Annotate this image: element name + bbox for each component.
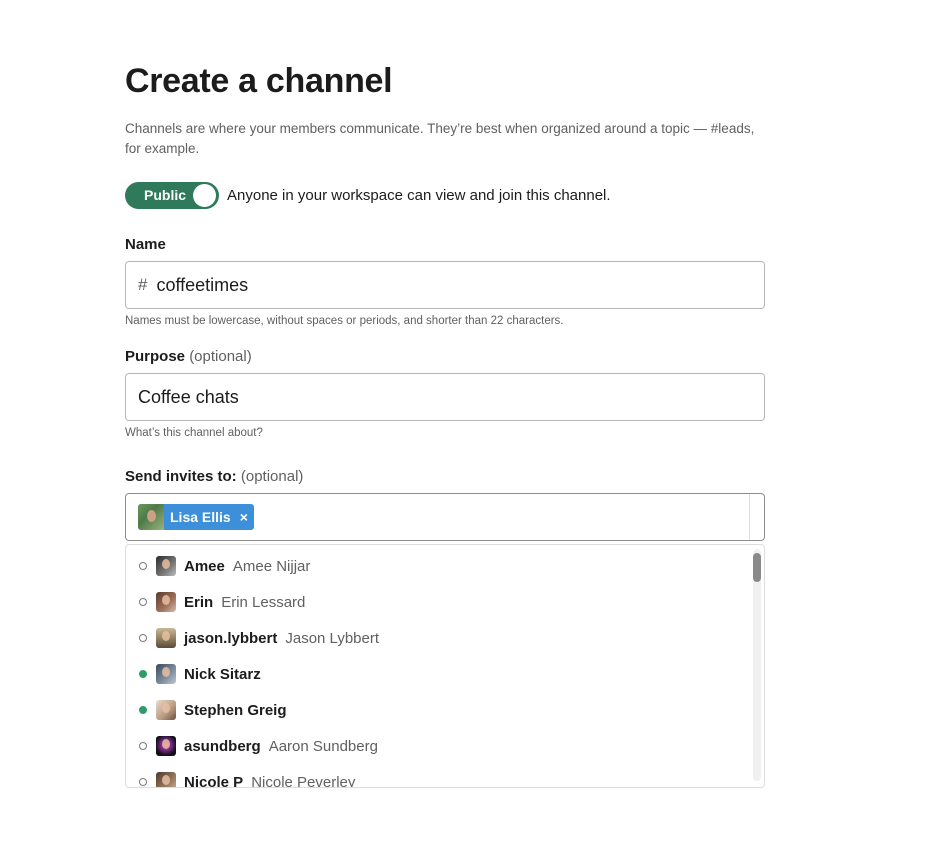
list-item[interactable]: jason.lybbert Jason Lybbert <box>126 620 746 656</box>
status-icon <box>139 562 147 570</box>
name-input[interactable]: # coffeetimes <box>125 261 765 309</box>
username: Stephen Greig <box>184 701 287 719</box>
public-toggle-label: Public <box>144 187 187 203</box>
invites-optional: (optional) <box>240 468 304 485</box>
invites-input[interactable]: Lisa Ellis × <box>125 493 765 541</box>
name-label-text: Name <box>125 236 166 253</box>
invite-suggestions-list: Amee Amee Nijjar Erin Erin Lessard jason… <box>125 544 765 788</box>
list-item[interactable]: Nicole P Nicole Peverley <box>126 764 746 788</box>
avatar <box>138 504 164 530</box>
status-icon <box>139 670 147 678</box>
toggle-knob <box>193 184 216 207</box>
avatar <box>156 556 176 576</box>
invites-label: Send invites to: (optional) <box>125 468 303 485</box>
username: Amee <box>184 557 225 575</box>
real-name: Nicole Peverley <box>251 773 356 788</box>
chip-name: Lisa Ellis <box>170 509 231 525</box>
purpose-label-text: Purpose <box>125 348 186 365</box>
list-item[interactable]: Erin Erin Lessard <box>126 584 746 620</box>
create-channel-page: Create a channel Channels are where your… <box>0 0 933 866</box>
username: Erin <box>184 593 214 611</box>
list-item[interactable]: Nick Sitarz <box>126 656 746 692</box>
username: asundberg <box>184 737 261 755</box>
public-toggle[interactable]: Public <box>125 182 219 209</box>
avatar <box>156 628 176 648</box>
visibility-description: Anyone in your workspace can view and jo… <box>227 187 611 204</box>
real-name: Erin Lessard <box>221 593 306 611</box>
name-input-value: coffeetimes <box>156 274 249 295</box>
avatar <box>156 592 176 612</box>
visibility-row: Public Anyone in your workspace can view… <box>125 182 611 209</box>
scrollbar[interactable] <box>753 549 761 781</box>
username: jason.lybbert <box>184 629 278 647</box>
input-divider <box>749 494 750 540</box>
invites-label-text: Send invites to: <box>125 468 237 485</box>
close-icon[interactable]: × <box>240 509 248 525</box>
selected-user-chip: Lisa Ellis × <box>138 504 254 530</box>
status-icon <box>139 778 147 786</box>
purpose-hint: What’s this channel about? <box>125 427 263 439</box>
page-description: Channels are where your members communic… <box>125 121 755 156</box>
status-icon <box>139 742 147 750</box>
purpose-input-value: Coffee chats <box>138 386 239 407</box>
list-item[interactable]: asundberg Aaron Sundberg <box>126 728 746 764</box>
username: Nicole P <box>184 773 244 788</box>
avatar <box>156 700 176 720</box>
page-title: Create a channel <box>125 62 393 100</box>
list-item[interactable]: Amee Amee Nijjar <box>126 548 746 584</box>
list-item[interactable]: Stephen Greig <box>126 692 746 728</box>
real-name: Aaron Sundberg <box>268 737 378 755</box>
status-icon <box>139 706 147 714</box>
hash-icon: # <box>138 275 148 294</box>
purpose-input[interactable]: Coffee chats <box>125 373 765 421</box>
username: Nick Sitarz <box>184 665 261 683</box>
avatar <box>156 736 176 756</box>
name-label: Name <box>125 236 166 253</box>
purpose-optional: (optional) <box>189 348 252 365</box>
status-icon <box>139 598 147 606</box>
purpose-label: Purpose (optional) <box>125 348 252 365</box>
name-hint: Names must be lowercase, without spaces … <box>125 315 564 327</box>
real-name: Jason Lybbert <box>285 629 380 647</box>
real-name: Amee Nijjar <box>232 557 311 575</box>
status-icon <box>139 634 147 642</box>
scrollbar-thumb[interactable] <box>753 553 761 582</box>
avatar <box>156 664 176 684</box>
avatar <box>156 772 176 787</box>
